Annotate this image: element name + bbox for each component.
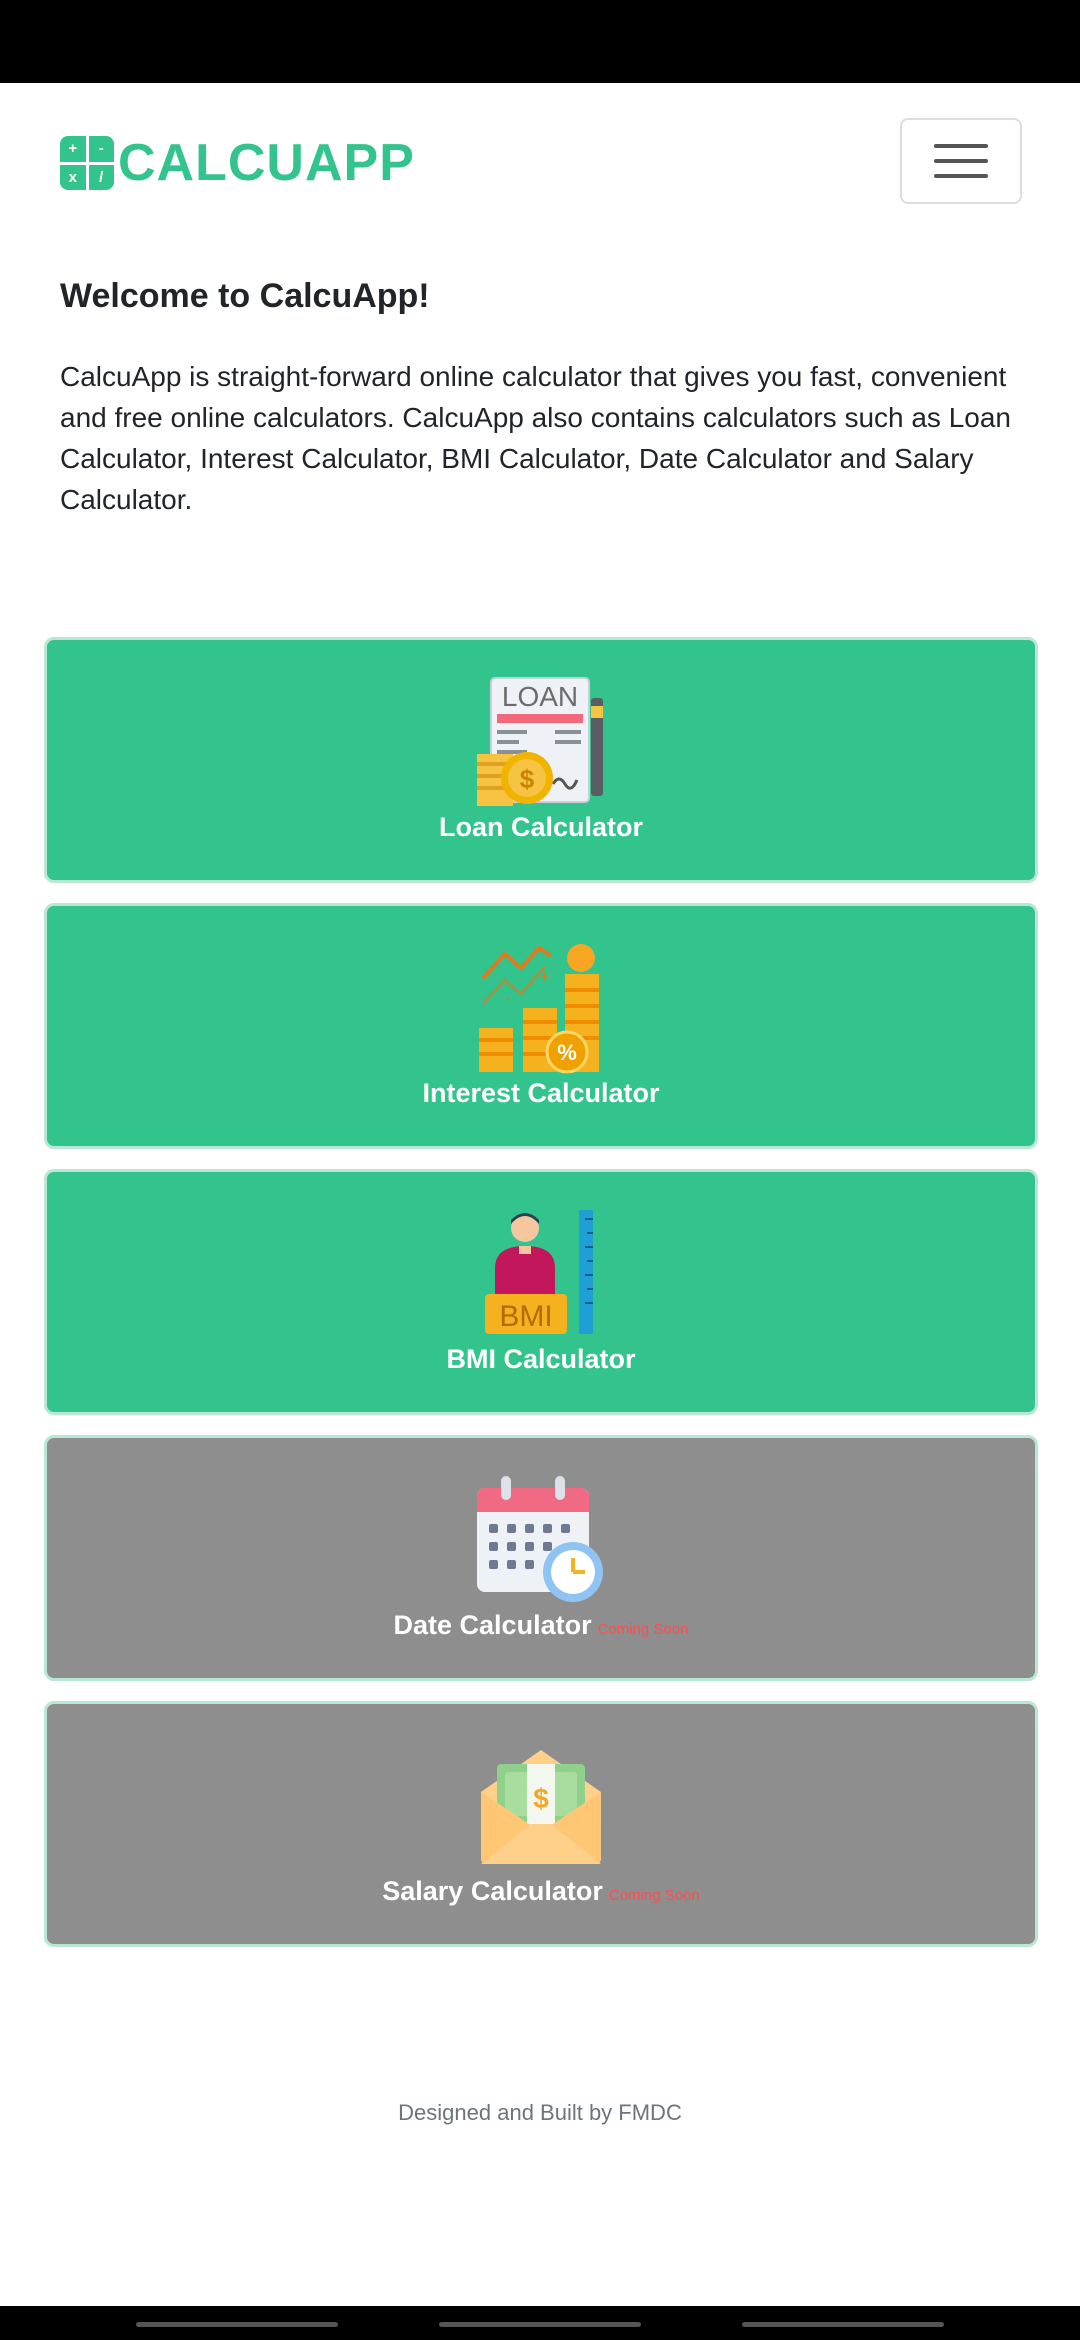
calculator-label: Date Calculator: [393, 1610, 592, 1640]
calculator-label: Salary Calculator: [382, 1876, 603, 1906]
intro-description: CalcuApp is straight-forward online calc…: [60, 361, 1012, 515]
hamburger-menu-icon: [934, 174, 988, 178]
svg-text:+: +: [539, 966, 550, 986]
logo-divide: /: [88, 164, 114, 190]
loan-calculator-card[interactable]: LOAN $ Loan Calculator: [44, 637, 1038, 883]
svg-text:BMI: BMI: [499, 1300, 552, 1333]
bmi-person-icon: BMI: [485, 1210, 593, 1334]
svg-text:-: -: [505, 988, 511, 1008]
brand-name: CALCUAPP: [118, 134, 415, 192]
calculator-label: BMI Calculator: [446, 1344, 636, 1374]
svg-text:%: %: [557, 1040, 577, 1065]
navbar: + - x / CALCUAPP: [0, 83, 1080, 235]
svg-text:$: $: [520, 764, 535, 794]
menu-toggle-button[interactable]: [900, 118, 1022, 204]
nav-handle[interactable]: [439, 2322, 641, 2327]
logo-plus: +: [60, 136, 86, 162]
bmi-calculator-card[interactable]: BMI BMI Calculator: [44, 1169, 1038, 1415]
salary-envelope-icon: $: [481, 1750, 601, 1864]
coming-soon-badge: Coming Soon: [597, 1621, 689, 1638]
svg-text:$: $: [533, 1783, 549, 1814]
hamburger-menu-icon: [934, 144, 988, 148]
page-title: Welcome to CalcuApp!: [60, 277, 430, 315]
calculator-label: Loan Calculator: [438, 812, 644, 842]
logo-minus: -: [88, 136, 114, 162]
interest-calculator-card[interactable]: - + % Interest Calculator: [44, 903, 1038, 1149]
interest-coins-icon: - + %: [479, 944, 599, 1074]
footer: Designed and Built by FMDC: [0, 2100, 1080, 2126]
system-navigation-bar: [0, 2306, 1080, 2340]
loan-document-icon: LOAN $: [477, 677, 603, 806]
brand-logo-link[interactable]: + - x / CALCUAPP: [60, 135, 415, 191]
status-bar: [0, 0, 1080, 83]
hamburger-menu-icon: [934, 159, 988, 163]
nav-handle[interactable]: [136, 2322, 338, 2327]
calculator-label: Interest Calculator: [422, 1078, 660, 1108]
footer-credit: Designed and Built by FMDC: [398, 2100, 682, 2125]
calendar-clock-icon: [477, 1476, 603, 1602]
svg-text:LOAN: LOAN: [502, 681, 578, 712]
calculator-logo-icon: + - x /: [60, 136, 114, 190]
coming-soon-badge: Coming Soon: [608, 1887, 700, 1904]
salary-calculator-card[interactable]: $ Salary Calculator Coming Soon: [44, 1701, 1038, 1947]
date-calculator-card[interactable]: Date Calculator Coming Soon: [44, 1435, 1038, 1681]
nav-handle[interactable]: [742, 2322, 944, 2327]
logo-times: x: [60, 164, 86, 190]
intro-section: Welcome to CalcuApp! CalcuApp is straigh…: [60, 268, 1020, 520]
